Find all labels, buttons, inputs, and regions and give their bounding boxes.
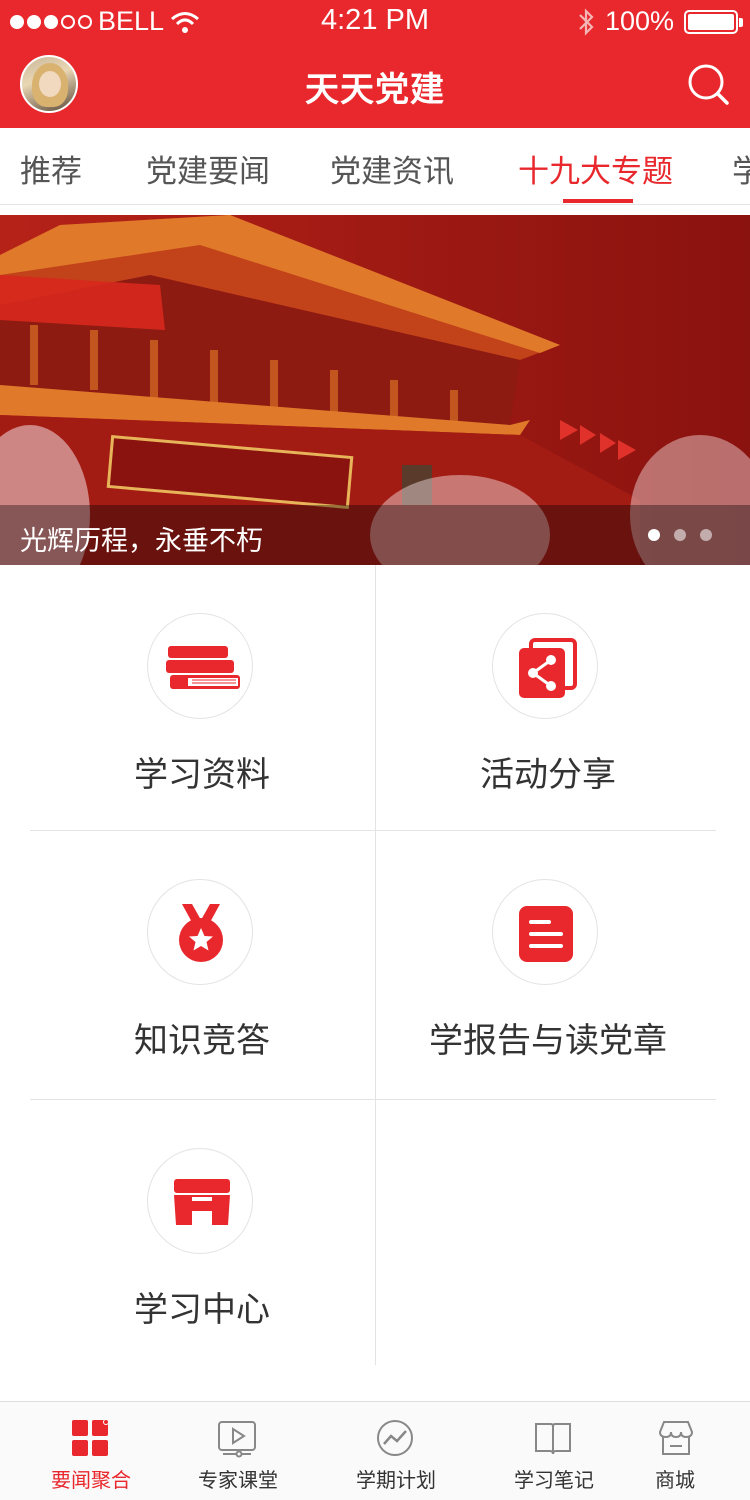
tab-news-aggregate[interactable]: 要闻聚合 [40, 1402, 140, 1500]
book-icon [535, 1423, 571, 1455]
nav-bar: 天天党建 [0, 40, 750, 128]
page-title: 天天党建 [305, 70, 445, 110]
tab-label: 学期计划 [356, 1468, 436, 1492]
tab-mall[interactable]: 商城 [626, 1402, 726, 1500]
share-icon [492, 613, 598, 719]
tab-expert-classroom[interactable]: 专家课堂 [187, 1402, 287, 1500]
tab-semester-plan[interactable]: 学期计划 [345, 1402, 445, 1500]
battery-icon [684, 9, 743, 34]
signal-strength-icon [10, 14, 92, 29]
grid-item-report-charter[interactable]: 学报告与读党章 [375, 831, 750, 1097]
books-icon [147, 613, 253, 719]
tab-party-info[interactable]: 党建资讯 [330, 146, 454, 191]
grid-item-label: 学习中心 [134, 1290, 270, 1330]
banner-pager [648, 529, 712, 541]
search-icon[interactable] [686, 62, 730, 106]
tab-study-notes[interactable]: 学习笔记 [503, 1402, 603, 1500]
wifi-icon [171, 11, 200, 33]
grid-item-label: 知识竞答 [134, 1021, 270, 1061]
tab-recommend[interactable]: 推荐 [20, 146, 82, 191]
hero-banner[interactable]: 光辉历程，永垂不朽 [0, 215, 750, 565]
video-icon [218, 1421, 256, 1458]
tab-label: 商城 [655, 1468, 695, 1492]
tab-label: 专家课堂 [198, 1468, 278, 1492]
pager-dot [674, 529, 686, 541]
grid-item-label: 活动分享 [480, 755, 616, 795]
grid-item-study-center[interactable]: 学习中心 [0, 1100, 375, 1366]
grid-icon [72, 1419, 109, 1456]
carrier-name: BELL [98, 6, 165, 36]
battery-percent: 100% [604, 6, 674, 36]
trend-icon [377, 1420, 413, 1456]
grid-item-quiz[interactable]: 知识竞答 [0, 831, 375, 1097]
grid-divider-horizontal [30, 1099, 716, 1100]
grid-item-study-materials[interactable]: 学习资料 [0, 565, 375, 831]
tab-label: 学习笔记 [514, 1468, 594, 1492]
archive-box-icon [147, 1148, 253, 1254]
tab-label: 要闻聚合 [51, 1468, 131, 1492]
grid-divider-vertical [375, 565, 376, 1365]
tab-19th-congress[interactable]: 十九大专题 [518, 146, 673, 191]
active-tab-indicator [563, 199, 633, 203]
status-left: BELL [10, 6, 200, 37]
tab-party-news[interactable]: 党建要闻 [146, 146, 270, 191]
banner-caption-bar: 光辉历程，永垂不朽 [0, 505, 750, 565]
pager-dot-active [648, 529, 660, 541]
category-tabs: 推荐 党建要闻 党建资讯 十九大专题 学 [0, 128, 750, 205]
bottom-tab-bar: 要闻聚合 专家课堂 学期计划 学习笔记 商城 [0, 1401, 750, 1500]
grid-item-label: 学习资料 [134, 755, 270, 795]
banner-caption: 光辉历程，永垂不朽 [20, 526, 263, 557]
status-right: 100% [577, 6, 743, 37]
tab-study[interactable]: 学 [732, 146, 750, 191]
medal-icon [147, 879, 253, 985]
store-icon [658, 1421, 694, 1455]
pager-dot [700, 529, 712, 541]
grid-divider-horizontal [30, 830, 716, 831]
status-bar: BELL 4:21 PM 100% [0, 0, 750, 40]
grid-item-activity-share[interactable]: 活动分享 [375, 565, 750, 831]
bluetooth-icon [579, 7, 594, 36]
document-icon [492, 879, 598, 985]
grid-item-label: 学报告与读党章 [429, 1021, 667, 1061]
